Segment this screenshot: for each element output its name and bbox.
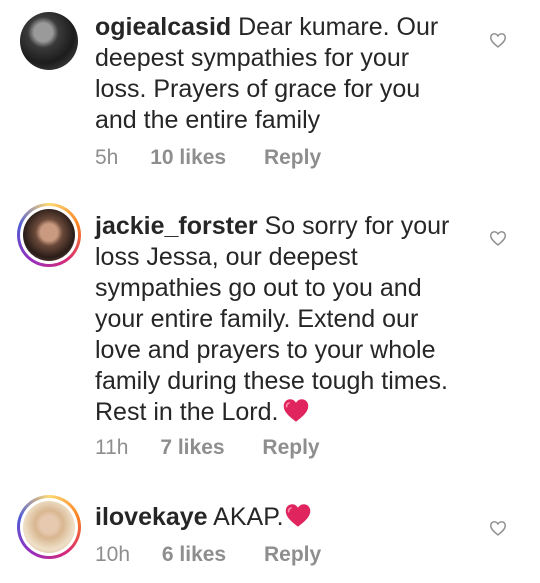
comment-time: 5h — [95, 146, 119, 169]
comment-likes[interactable]: 10 likes — [150, 146, 226, 170]
avatar[interactable] — [17, 203, 81, 267]
avatar-photo — [23, 501, 75, 553]
avatar[interactable] — [20, 12, 78, 70]
reply-button[interactable]: Reply — [264, 543, 321, 567]
comment-body: So sorry for your loss Jessa, our deepes… — [95, 212, 450, 426]
comment-likes[interactable]: 6 likes — [162, 543, 226, 567]
comment-username[interactable]: jackie_forster — [95, 212, 258, 240]
comment-username[interactable]: ogiealcasid — [95, 13, 231, 41]
comment-body: AKAP. — [213, 503, 284, 531]
comment-text-block: ilovekaye AKAP. — [95, 502, 465, 533]
heart-outline-icon[interactable] — [489, 520, 507, 536]
comment-meta: 11h 7 likes Reply — [95, 436, 320, 460]
comment-meta: 10h 6 likes Reply — [95, 543, 321, 567]
avatar-photo — [23, 209, 75, 261]
heart-outline-icon[interactable] — [489, 230, 507, 246]
reply-button[interactable]: Reply — [264, 146, 321, 170]
red-heart-emoji-icon — [284, 399, 309, 422]
comment-time: 10h — [95, 543, 131, 566]
comment-text-block: ogiealcasid Dear kumare. Our deepest sym… — [95, 12, 465, 136]
avatar[interactable] — [17, 495, 81, 559]
heart-outline-icon[interactable] — [489, 32, 507, 48]
comment-username[interactable]: ilovekaye — [95, 503, 208, 531]
comment-text-block: jackie_forster So sorry for your loss Je… — [95, 211, 465, 428]
reply-button[interactable]: Reply — [262, 436, 319, 460]
red-heart-emoji-icon — [285, 504, 310, 527]
comment-likes[interactable]: 7 likes — [160, 436, 224, 460]
comment-meta: 5h 10 likes Reply — [95, 146, 321, 170]
comment-time: 11h — [95, 436, 129, 459]
